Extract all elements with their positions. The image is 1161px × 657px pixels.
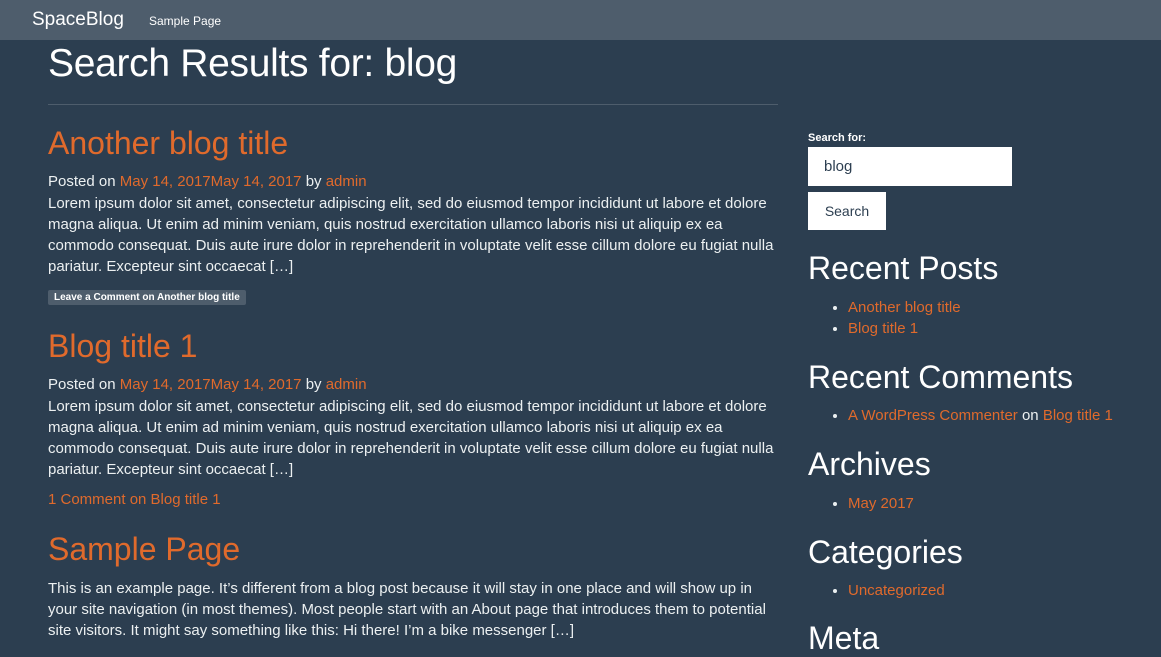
top-navbar: SpaceBlog Sample Page — [0, 0, 1161, 40]
post-title-blog-title-1[interactable]: Blog title 1 — [48, 328, 197, 365]
archive-link[interactable]: May 2017 — [848, 495, 914, 512]
site-brand-link[interactable]: SpaceBlog — [32, 9, 124, 31]
archives-list: May 2017 — [808, 493, 914, 514]
post-date-link[interactable]: May 14, 2017May 14, 2017 — [120, 376, 302, 393]
post-date-link[interactable]: May 14, 2017May 14, 2017 — [120, 173, 302, 190]
post-author-link[interactable]: admin — [326, 173, 367, 190]
list-item: A WordPress Commenter on Blog title 1 — [848, 405, 1113, 426]
page-title: Search Results for: blog — [48, 42, 458, 85]
recent-post-link[interactable]: Another blog title — [848, 299, 961, 316]
by-label: by — [305, 173, 322, 190]
posted-on-label: Posted on — [48, 173, 116, 190]
list-item: Uncategorized — [848, 580, 945, 601]
title-divider — [48, 104, 778, 105]
recent-posts-title: Recent Posts — [808, 250, 999, 286]
list-item: Another blog title — [848, 297, 961, 318]
categories-list: Uncategorized — [808, 580, 945, 601]
recent-posts-list: Another blog title Blog title 1 — [808, 297, 961, 339]
search-input[interactable] — [808, 147, 1012, 186]
post-excerpt: Lorem ipsum dolor sit amet, consectetur … — [48, 195, 774, 275]
posted-on-label: Posted on — [48, 376, 116, 393]
categories-title: Categories — [808, 534, 963, 570]
search-label: Search for: — [808, 132, 867, 144]
list-item: Blog title 1 — [848, 318, 961, 339]
list-item: May 2017 — [848, 493, 914, 514]
post-author-link[interactable]: admin — [326, 376, 367, 393]
comments-link[interactable]: 1 Comment on Blog title 1 — [48, 491, 221, 508]
recent-comments-title: Recent Comments — [808, 359, 1073, 395]
recent-post-link[interactable]: Blog title 1 — [848, 320, 918, 337]
post-excerpt: This is an example page. It’s different … — [48, 580, 766, 639]
archives-title: Archives — [808, 446, 931, 482]
recent-comments-list: A WordPress Commenter on Blog title 1 — [808, 405, 1113, 426]
post-meta: Posted on May 14, 2017May 14, 2017 by ad… — [48, 173, 367, 190]
post-title-sample-page[interactable]: Sample Page — [48, 531, 240, 568]
meta-title: Meta — [808, 620, 880, 656]
on-label: on — [1021, 407, 1039, 424]
category-link[interactable]: Uncategorized — [848, 582, 945, 599]
post-title-another-blog-title[interactable]: Another blog title — [48, 125, 288, 162]
search-button[interactable]: Search — [808, 192, 886, 230]
comment-author-link[interactable]: A WordPress Commenter — [848, 407, 1018, 424]
by-label: by — [305, 376, 322, 393]
leave-comment-link[interactable]: Leave a Comment on Another blog title — [48, 290, 246, 305]
post-excerpt: Lorem ipsum dolor sit amet, consectetur … — [48, 398, 774, 478]
nav-link-sample-page[interactable]: Sample Page — [149, 14, 221, 28]
comment-post-link[interactable]: Blog title 1 — [1043, 407, 1113, 424]
post-meta: Posted on May 14, 2017May 14, 2017 by ad… — [48, 376, 367, 393]
